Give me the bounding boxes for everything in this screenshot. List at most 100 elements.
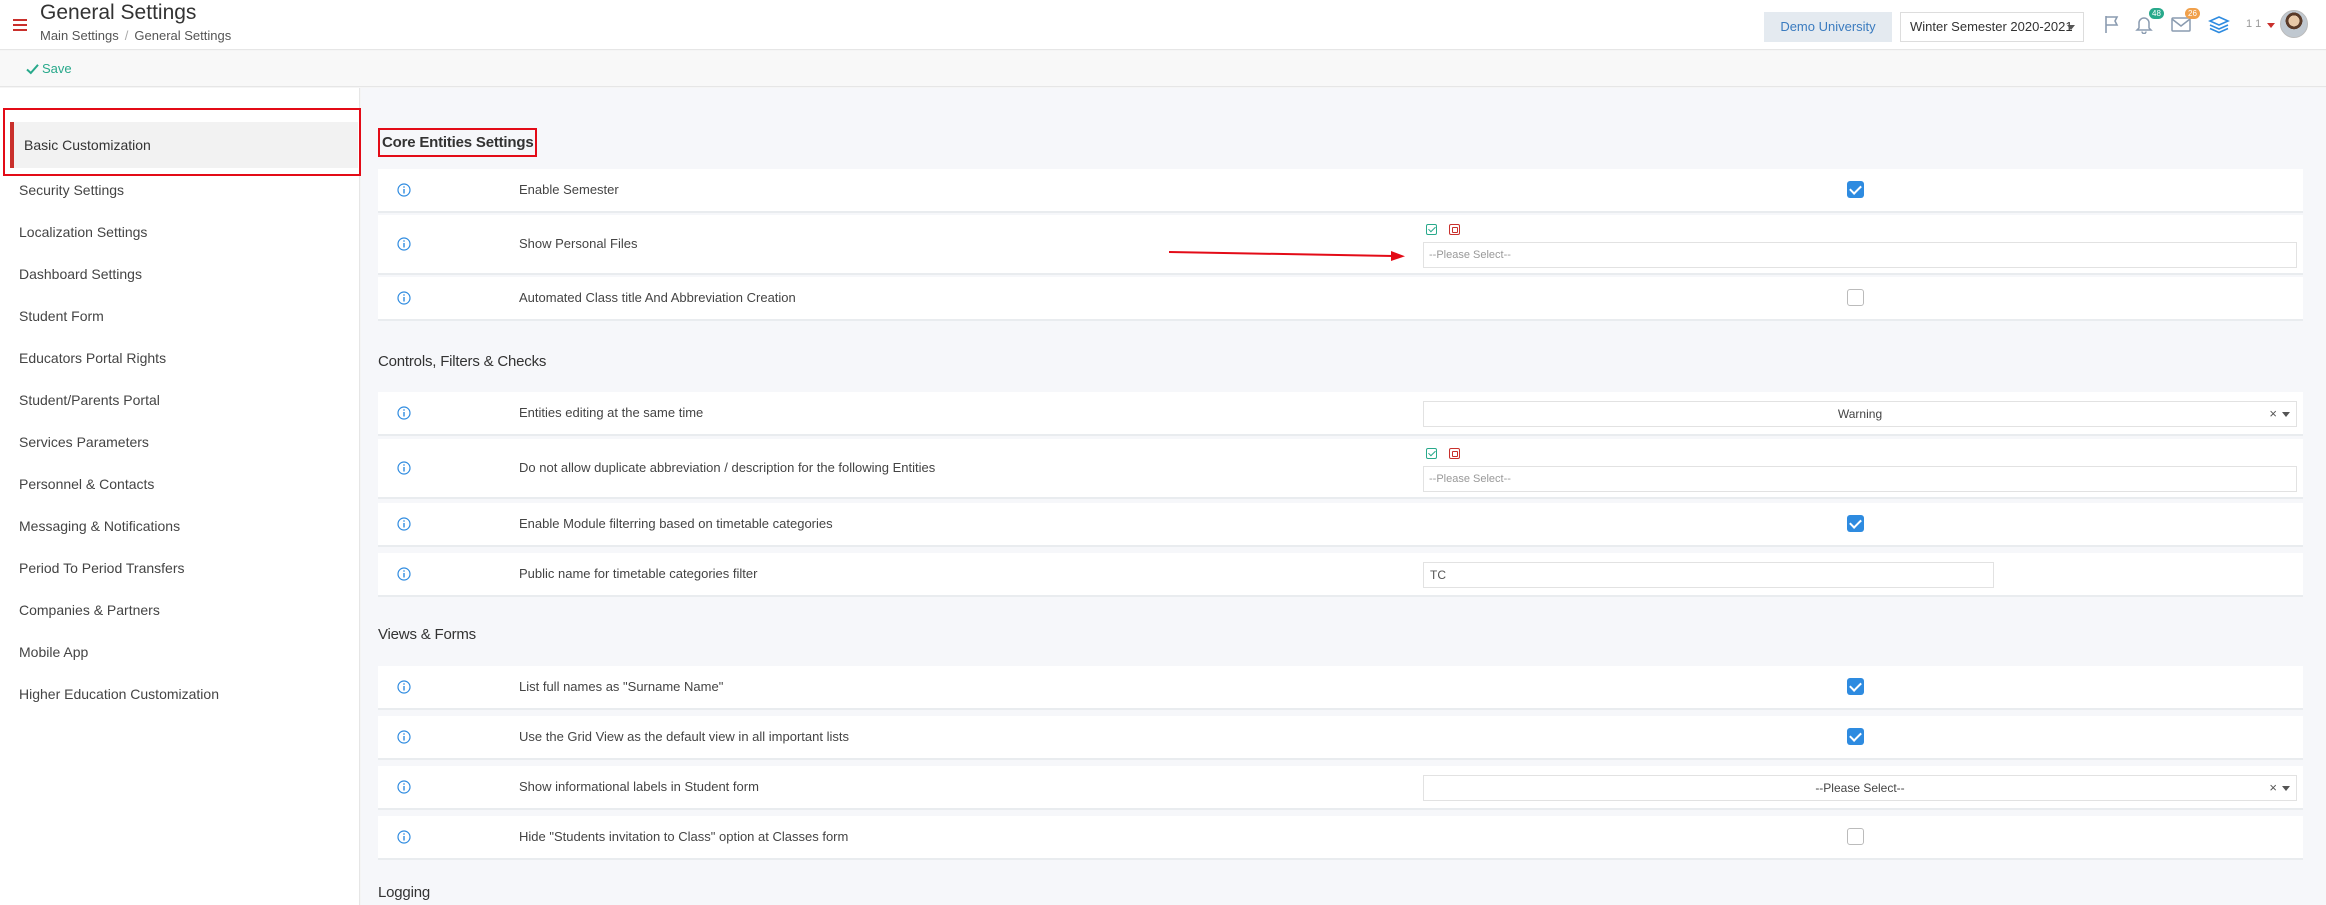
multiselect-actions: [1426, 222, 1472, 235]
user-indicator: 1 1: [2246, 18, 2262, 30]
setting-row-informational-labels: Show informational labels in Student for…: [378, 766, 2303, 810]
chevron-down-icon: [2282, 786, 2290, 791]
select-all-icon[interactable]: [1426, 448, 1437, 459]
setting-row-duplicate-abbreviation: Do not allow duplicate abbreviation / de…: [378, 439, 2303, 499]
entities-editing-select[interactable]: Warning ×: [1423, 401, 2297, 427]
informational-labels-select[interactable]: --Please Select-- ×: [1423, 775, 2297, 801]
semester-select[interactable]: Winter Semester 2020-2021: [1900, 12, 2084, 42]
setting-row-public-name-filter: Public name for timetable categories fil…: [378, 553, 2303, 597]
sidebar-item-higher-education[interactable]: Higher Education Customization: [0, 674, 360, 714]
section-title-controls: Controls, Filters & Checks: [378, 353, 547, 370]
semester-value: Winter Semester 2020-2021: [1910, 19, 2073, 34]
info-icon[interactable]: [397, 730, 411, 744]
sidebar-item-security-settings[interactable]: Security Settings: [0, 170, 360, 210]
sidebar-item-services-parameters[interactable]: Services Parameters: [0, 422, 360, 462]
setting-label: Public name for timetable categories fil…: [519, 566, 758, 581]
module-filtering-checkbox[interactable]: [1847, 515, 1864, 532]
select-value: --Please Select--: [1815, 781, 1905, 795]
sidebar-item-mobile-app[interactable]: Mobile App: [0, 632, 360, 672]
settings-sidebar: Basic Customization Security Settings Lo…: [0, 88, 361, 905]
sidebar-item-companies-partners[interactable]: Companies & Partners: [0, 590, 360, 630]
grid-view-checkbox[interactable]: [1847, 728, 1864, 745]
info-icon[interactable]: [397, 183, 411, 197]
info-icon[interactable]: [397, 567, 411, 581]
hamburger-icon[interactable]: [13, 19, 27, 31]
info-icon[interactable]: [397, 291, 411, 305]
section-title-logging: Logging: [378, 884, 430, 901]
envelope-icon[interactable]: 26: [2170, 8, 2200, 34]
sidebar-item-period-transfers[interactable]: Period To Period Transfers: [0, 548, 360, 588]
multiselect-actions: [1426, 446, 1472, 459]
check-icon: [26, 64, 39, 75]
breadcrumb: Main Settings / General Settings: [40, 28, 231, 43]
public-name-input[interactable]: [1423, 562, 1994, 588]
clear-icon[interactable]: ×: [2269, 776, 2277, 800]
sidebar-item-student-parents-portal[interactable]: Student/Parents Portal: [0, 380, 360, 420]
setting-label: Enable Semester: [519, 182, 619, 197]
info-icon[interactable]: [397, 237, 411, 251]
toolbar: Save: [0, 51, 2326, 87]
sidebar-item-educators-portal-rights[interactable]: Educators Portal Rights: [0, 338, 360, 378]
setting-row-enable-semester: Enable Semester: [378, 169, 2303, 213]
sidebar-item-dashboard-settings[interactable]: Dashboard Settings: [0, 254, 360, 294]
clear-icon[interactable]: ×: [2269, 402, 2277, 426]
page-title: General Settings: [40, 1, 197, 24]
breadcrumb-separator: /: [124, 28, 129, 43]
clear-selection-icon[interactable]: [1449, 224, 1460, 235]
setting-label: Automated Class title And Abbreviation C…: [519, 290, 796, 305]
setting-row-hide-invitation: Hide "Students invitation to Class" opti…: [378, 816, 2303, 860]
info-icon[interactable]: [397, 406, 411, 420]
info-icon[interactable]: [397, 461, 411, 475]
setting-label: Use the Grid View as the default view in…: [519, 729, 849, 744]
chevron-down-icon: [2067, 25, 2075, 30]
setting-row-automated-class-title: Automated Class title And Abbreviation C…: [378, 277, 2303, 321]
bell-icon[interactable]: 48: [2134, 8, 2164, 35]
sidebar-item-basic-customization[interactable]: Basic Customization: [10, 122, 358, 168]
section-title-views-forms: Views & Forms: [378, 626, 476, 643]
hide-invitation-checkbox[interactable]: [1847, 828, 1864, 845]
duplicate-entities-multiselect[interactable]: --Please Select--: [1423, 466, 2297, 492]
messages-badge: 26: [2185, 8, 2200, 19]
avatar[interactable]: [2280, 10, 2308, 38]
save-button[interactable]: Save: [26, 61, 72, 76]
sidebar-item-personnel-contacts[interactable]: Personnel & Contacts: [0, 464, 360, 504]
info-icon[interactable]: [397, 830, 411, 844]
setting-label: Do not allow duplicate abbreviation / de…: [519, 460, 936, 475]
clear-selection-icon[interactable]: [1449, 448, 1460, 459]
organization-button[interactable]: Demo University: [1764, 12, 1892, 42]
sidebar-item-student-form[interactable]: Student Form: [0, 296, 360, 336]
user-menu-caret-icon[interactable]: [2267, 23, 2275, 28]
breadcrumb-current: General Settings: [134, 28, 232, 43]
personal-files-multiselect[interactable]: --Please Select--: [1423, 242, 2297, 268]
notifications-badge: 48: [2149, 8, 2164, 19]
setting-row-grid-view: Use the Grid View as the default view in…: [378, 716, 2303, 760]
info-icon[interactable]: [397, 517, 411, 531]
flag-icon[interactable]: [2102, 14, 2124, 34]
setting-label: Entities editing at the same time: [519, 405, 704, 420]
section-title-core-entities: Core Entities Settings: [378, 128, 538, 157]
setting-row-full-names: List full names as "Surname Name": [378, 666, 2303, 710]
select-value: Warning: [1837, 407, 1883, 421]
setting-label: Show informational labels in Student for…: [519, 779, 759, 794]
automated-class-title-checkbox[interactable]: [1847, 289, 1864, 306]
chevron-down-icon: [2282, 412, 2290, 417]
breadcrumb-main-settings[interactable]: Main Settings: [40, 28, 119, 43]
sidebar-item-localization-settings[interactable]: Localization Settings: [0, 212, 360, 252]
setting-label: Hide "Students invitation to Class" opti…: [519, 829, 849, 844]
save-label: Save: [42, 61, 72, 76]
select-all-icon[interactable]: [1426, 224, 1437, 235]
annotation-arrow-icon: [1169, 251, 1405, 261]
layers-icon[interactable]: [2208, 14, 2230, 34]
setting-label: Show Personal Files: [519, 236, 638, 251]
setting-row-entities-editing: Entities editing at the same time Warnin…: [378, 392, 2303, 436]
setting-row-module-filtering: Enable Module filterring based on timeta…: [378, 503, 2303, 547]
sidebar-item-messaging-notifications[interactable]: Messaging & Notifications: [0, 506, 360, 546]
full-names-checkbox[interactable]: [1847, 678, 1864, 695]
settings-main-panel: Core Entities Settings Enable Semester S…: [361, 88, 2326, 905]
setting-label: Enable Module filterring based on timeta…: [519, 516, 833, 531]
enable-semester-checkbox[interactable]: [1847, 181, 1864, 198]
header-bar: General Settings Main Settings / General S…: [0, 0, 2326, 50]
info-icon[interactable]: [397, 680, 411, 694]
setting-label: List full names as "Surname Name": [519, 679, 724, 694]
info-icon[interactable]: [397, 780, 411, 794]
